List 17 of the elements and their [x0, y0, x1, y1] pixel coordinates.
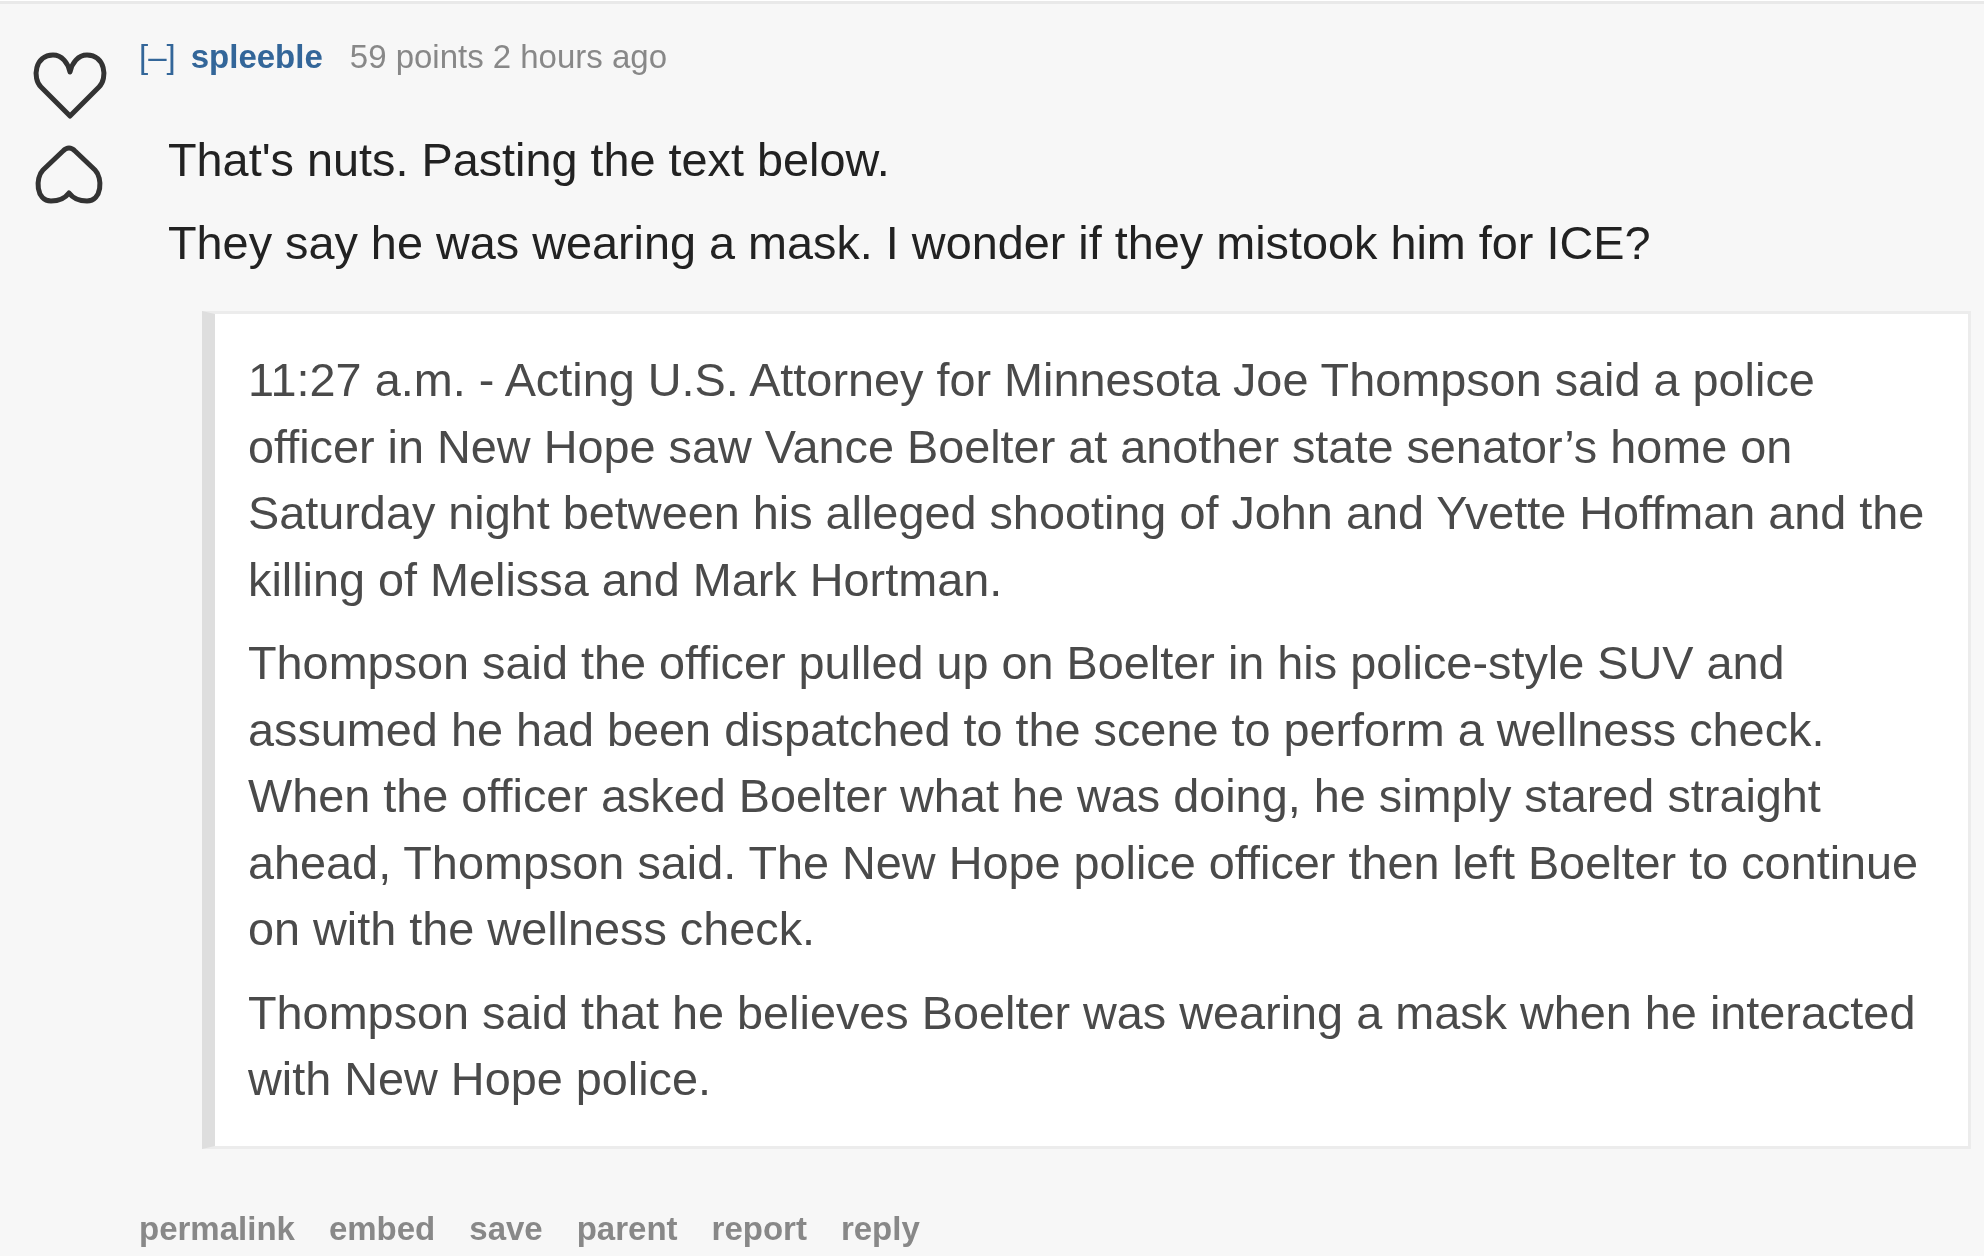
heart-icon[interactable]	[32, 50, 108, 120]
comment-paragraph: They say he was wearing a mask. I wonder if they mistook him for ICE?	[168, 216, 1652, 271]
action-link[interactable]: parent	[576, 1208, 678, 1249]
action-link[interactable]: embed	[328, 1208, 436, 1249]
action-link[interactable]: reply	[840, 1208, 920, 1249]
quote-paragraph: 11:27 a.m. - Acting U.S. Attorney for Minnesota Joe Thompson said a police officer in New Hope saw Vance Boelter at another state senator’s home on Saturday night between his alleged shooting of John and Yvette Hoffman and the killing of Melissa and Mark Hortman.	[248, 353, 1926, 608]
timestamp: 2 hours ago	[492, 37, 668, 77]
collapse-toggle[interactable]: [–]	[139, 37, 176, 77]
quote-paragraph: Thompson said that he believes Boelter was wearing a mask when he interacted with New Hope police.	[248, 985, 1917, 1107]
comment-paragraph: That's nuts. Pasting the text below.	[168, 133, 891, 188]
author-link[interactable]: spleeble	[190, 37, 323, 77]
score-text: 59 points	[349, 37, 484, 77]
quote-paragraph: Thompson said the officer pulled up on Boelter in his police-style SUV and assumed he had been dispatched to the scene to perform a wellness check. When the officer asked Boelter what he was doing, he simply stared straight ahead, Thompson said. The New Hope police officer then left Boelter to continue on with the wellness check.	[248, 636, 1920, 957]
action-link[interactable]: report	[711, 1208, 807, 1249]
action-link[interactable]: save	[469, 1208, 543, 1249]
action-link[interactable]: permalink	[139, 1208, 295, 1249]
inverted-heart-icon[interactable]	[34, 145, 104, 204]
